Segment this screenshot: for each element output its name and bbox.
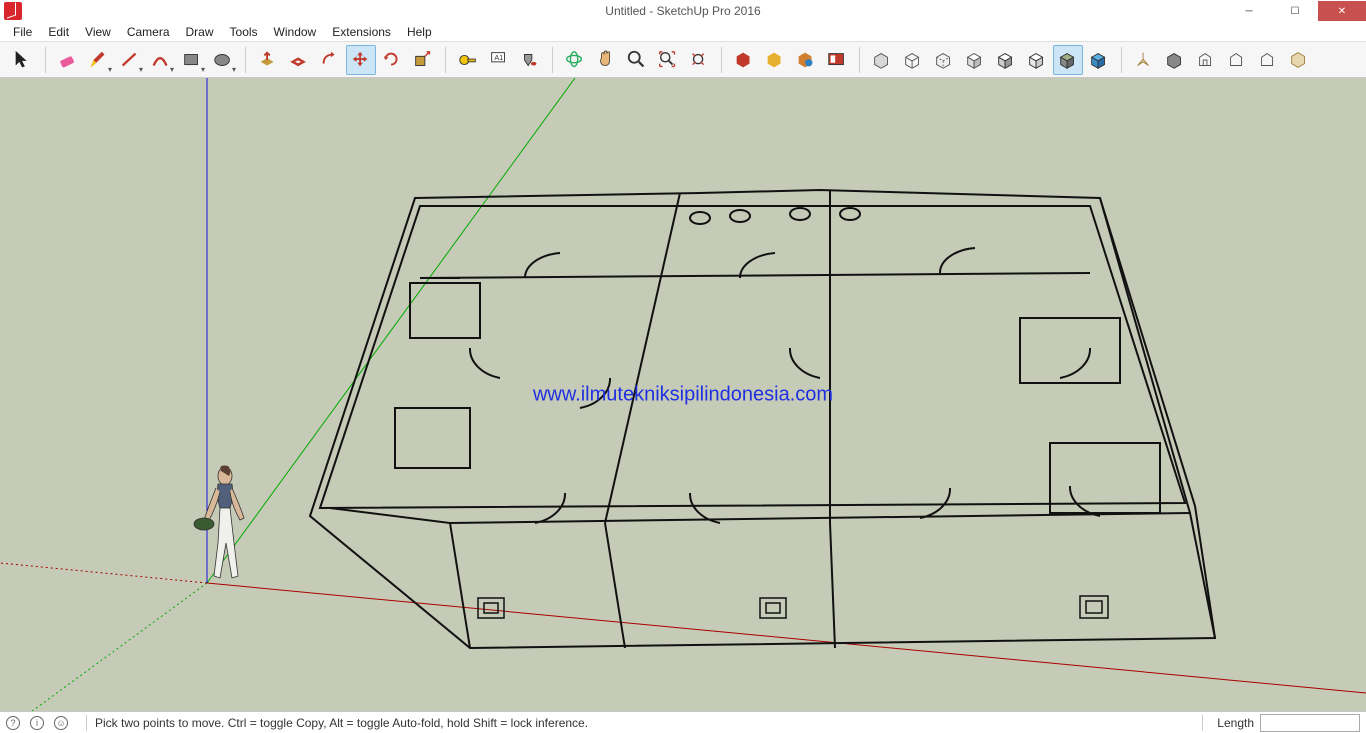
move-tool[interactable] — [346, 45, 376, 75]
close-button[interactable]: ✕ — [1318, 1, 1366, 21]
paint-tool[interactable] — [515, 45, 545, 75]
toolbar: A1 — [0, 42, 1366, 78]
layers-tool[interactable] — [822, 45, 852, 75]
length-label: Length — [1217, 716, 1254, 730]
line-tool[interactable] — [115, 45, 145, 75]
view-front-icon[interactable] — [1191, 45, 1221, 75]
pushpull-tool[interactable] — [253, 45, 283, 75]
menubar: File Edit View Camera Draw Tools Window … — [0, 22, 1366, 42]
menu-help[interactable]: Help — [400, 23, 439, 41]
separator — [1121, 47, 1122, 73]
menu-camera[interactable]: Camera — [120, 23, 177, 41]
style-textured-icon[interactable] — [1053, 45, 1083, 75]
window-controls: ─ ☐ ✕ — [1226, 1, 1366, 21]
statusbar: ? i ☺ Pick two points to move. Ctrl = to… — [0, 711, 1366, 733]
separator — [45, 47, 46, 73]
status-hint: Pick two points to move. Ctrl = toggle C… — [95, 716, 588, 730]
style-hidden-icon[interactable] — [929, 45, 959, 75]
maximize-button[interactable]: ☐ — [1272, 1, 1318, 21]
view-right-icon[interactable] — [1222, 45, 1252, 75]
menu-edit[interactable]: Edit — [41, 23, 76, 41]
separator — [721, 47, 722, 73]
style-shaded2-icon[interactable] — [991, 45, 1021, 75]
window-title: Untitled - SketchUp Pro 2016 — [605, 4, 760, 18]
style-wireframe-icon[interactable] — [898, 45, 928, 75]
extension-warehouse-tool[interactable] — [791, 45, 821, 75]
shape-tool[interactable] — [177, 45, 207, 75]
scale-tool[interactable] — [408, 45, 438, 75]
style-color-icon[interactable] — [1084, 45, 1114, 75]
watermark-text: www.ilmutekniksipilindonesia.com — [533, 383, 833, 406]
eraser-tool[interactable] — [53, 45, 83, 75]
arc-tool[interactable] — [146, 45, 176, 75]
separator — [1202, 715, 1203, 731]
view-back-icon[interactable] — [1253, 45, 1283, 75]
zoom-window-tool[interactable] — [684, 45, 714, 75]
separator — [86, 715, 87, 731]
text-tool[interactable]: A1 — [484, 45, 514, 75]
info-icon[interactable]: i — [30, 716, 44, 730]
viewport-3d[interactable]: www.ilmutekniksipilindonesia.com — [0, 78, 1366, 711]
rotate-tool[interactable] — [377, 45, 407, 75]
menu-extensions[interactable]: Extensions — [325, 23, 398, 41]
pencil-tool[interactable] — [84, 45, 114, 75]
separator — [552, 47, 553, 73]
followme-tool[interactable] — [315, 45, 345, 75]
menu-file[interactable]: File — [6, 23, 39, 41]
3dwarehouse-tool[interactable] — [729, 45, 759, 75]
separator — [245, 47, 246, 73]
style-xray-icon[interactable] — [867, 45, 897, 75]
zoom-tool[interactable] — [622, 45, 652, 75]
svg-text:A1: A1 — [494, 53, 503, 62]
style-mono-icon[interactable] — [1022, 45, 1052, 75]
titlebar: Untitled - SketchUp Pro 2016 ─ ☐ ✕ — [0, 0, 1366, 22]
separator — [445, 47, 446, 73]
user-icon[interactable]: ☺ — [54, 716, 68, 730]
length-input[interactable] — [1260, 714, 1360, 732]
menu-view[interactable]: View — [78, 23, 118, 41]
3dwarehouse-share-tool[interactable] — [760, 45, 790, 75]
view-iso-icon[interactable] — [1129, 45, 1159, 75]
circle-tool[interactable] — [208, 45, 238, 75]
menu-draw[interactable]: Draw — [179, 23, 221, 41]
menu-window[interactable]: Window — [267, 23, 324, 41]
tape-tool[interactable] — [453, 45, 483, 75]
app-icon — [4, 2, 22, 20]
help-icon[interactable]: ? — [6, 716, 20, 730]
style-shaded-icon[interactable] — [960, 45, 990, 75]
offset-tool[interactable] — [284, 45, 314, 75]
separator — [859, 47, 860, 73]
zoom-extents-tool[interactable] — [653, 45, 683, 75]
minimize-button[interactable]: ─ — [1226, 1, 1272, 21]
view-top-icon[interactable] — [1160, 45, 1190, 75]
pan-tool[interactable] — [591, 45, 621, 75]
view-left-icon[interactable] — [1284, 45, 1314, 75]
orbit-tool[interactable] — [560, 45, 590, 75]
menu-tools[interactable]: Tools — [223, 23, 265, 41]
select-tool[interactable] — [8, 45, 38, 75]
